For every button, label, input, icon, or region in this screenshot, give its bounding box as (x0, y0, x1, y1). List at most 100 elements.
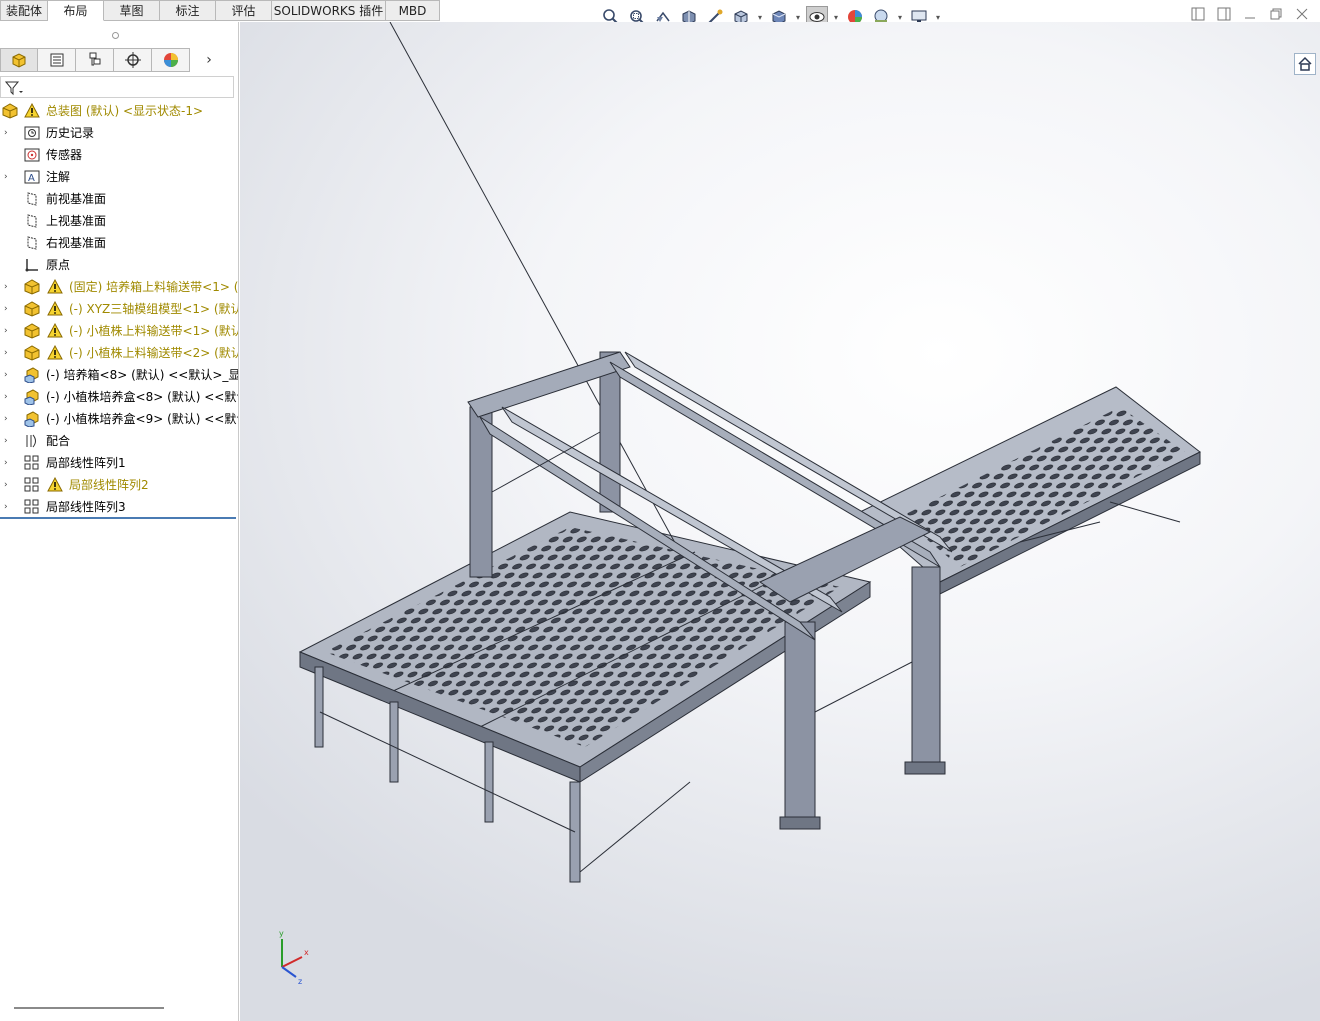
subassembly-icon (24, 345, 40, 361)
property-manager-icon[interactable] (38, 48, 76, 72)
expand-arrow-icon[interactable]: › (4, 122, 14, 144)
panel-grip[interactable] (112, 32, 119, 39)
expand-arrow-icon[interactable]: › (4, 496, 14, 518)
tree-item-label: 局部线性阵列3 (46, 500, 126, 514)
home-view-icon[interactable] (1294, 53, 1316, 75)
expand-arrow-icon[interactable]: › (4, 474, 14, 496)
tree-item[interactable]: › (-) 小植株上料输送带<2> (默认 (0, 342, 238, 364)
warning-icon (47, 300, 63, 317)
tree-item-label: 注解 (46, 170, 71, 184)
tree-item-label: 历史记录 (46, 126, 95, 140)
origin-icon (24, 257, 40, 273)
triad-x-label: x (304, 948, 309, 957)
tree-item[interactable]: › (固定) 培养箱上料输送带<1> ( (0, 276, 238, 298)
history-icon (24, 125, 40, 141)
tree-item-label: 局部线性阵列1 (46, 456, 126, 470)
tree-item-label: (-) 小植株培养盒<9> (默认) <<默认 (46, 412, 238, 426)
tree-item-label: (-) 培养箱<8> (默认) <<默认>_显 (46, 368, 238, 382)
annotations-icon: A (24, 169, 40, 185)
tree-item-label: 配合 (46, 434, 71, 448)
tree-item[interactable]: › (-) 培养箱<8> (默认) <<默认>_显 (0, 364, 238, 386)
tree-item[interactable]: › (-) 小植株上料输送带<1> (默认 (0, 320, 238, 342)
tree-item[interactable]: › 配合 (0, 430, 238, 452)
plane-icon (24, 191, 40, 207)
close-icon[interactable] (1294, 6, 1310, 22)
filter-icon[interactable] (5, 80, 23, 96)
minimize-icon[interactable] (1242, 6, 1258, 22)
tree-item[interactable]: › 局部线性阵列3 (0, 496, 238, 518)
tree-item-label: (-) XYZ三轴模组模型<1> (默认 (69, 302, 238, 316)
feature-manager-panel: › 总装图 (默认) <显示状态-1> › 历史记录 传感器 › A 注解 前视基准面 上视基… (0, 22, 239, 1021)
tab-layout[interactable]: 布局 (48, 0, 104, 21)
tree-item[interactable]: › 历史记录 (0, 122, 238, 144)
expand-arrow-icon[interactable]: › (4, 386, 14, 408)
expand-arrow-icon[interactable]: › (4, 430, 14, 452)
expand-arrow-icon[interactable]: › (4, 452, 14, 474)
tree-item[interactable]: › 局部线性阵列2 (0, 474, 238, 496)
tree-item[interactable]: › 局部线性阵列1 (0, 452, 238, 474)
tree-filter[interactable] (0, 76, 234, 98)
configuration-manager-icon[interactable] (76, 48, 114, 72)
tab-assembly[interactable]: 装配体 (0, 0, 48, 21)
graphics-area[interactable]: y x z (240, 22, 1320, 1021)
tree-item[interactable]: › (-) 小植株培养盒<8> (默认) <<默认 (0, 386, 238, 408)
warning-icon (47, 344, 63, 361)
tree-item[interactable]: 传感器 (0, 144, 238, 166)
chevron-down-icon[interactable]: ▾ (756, 13, 764, 22)
part-icon (24, 411, 40, 428)
chevron-down-icon[interactable]: ▾ (832, 13, 840, 22)
tree-root[interactable]: 总装图 (默认) <显示状态-1> (0, 100, 238, 122)
chevron-down-icon[interactable]: ▾ (934, 13, 942, 22)
mates-icon (24, 433, 40, 449)
chevron-down-icon[interactable]: ▾ (896, 13, 904, 22)
expand-arrow-icon[interactable]: › (4, 408, 14, 430)
horizontal-scrollbar[interactable] (14, 1007, 164, 1009)
tab-evaluate[interactable]: 评估 (216, 0, 272, 21)
expand-arrow-icon[interactable]: › (4, 298, 14, 320)
tree-item[interactable]: 原点 (0, 254, 238, 276)
expand-arrow-icon[interactable]: › (4, 342, 14, 364)
conveyor-assembly-model[interactable] (240, 22, 1320, 1021)
restore-icon[interactable] (1268, 6, 1284, 22)
warning-icon (47, 322, 63, 339)
command-manager-tabs: 装配体 布局 草图 标注 评估 SOLIDWORKS 插件 MBD (0, 0, 450, 22)
expand-arrow-icon[interactable]: › (4, 166, 14, 188)
tree-item[interactable]: 上视基准面 (0, 210, 238, 232)
linear-pattern-icon (24, 477, 40, 493)
chevron-down-icon[interactable]: ▾ (794, 13, 802, 22)
linear-pattern-icon (24, 499, 40, 515)
feature-manager-icon[interactable] (0, 48, 38, 72)
dimxpert-manager-icon[interactable] (114, 48, 152, 72)
tree-item[interactable]: 右视基准面 (0, 232, 238, 254)
tree-item[interactable]: › (-) 小植株培养盒<9> (默认) <<默认 (0, 408, 238, 430)
tree-item[interactable]: 前视基准面 (0, 188, 238, 210)
triad-z-label: z (298, 977, 302, 986)
expand-arrow-icon[interactable]: › (4, 320, 14, 342)
tree-item-label: (-) 小植株培养盒<8> (默认) <<默认 (46, 390, 238, 404)
tab-markup[interactable]: 标注 (160, 0, 216, 21)
tree-item[interactable]: › (-) XYZ三轴模组模型<1> (默认 (0, 298, 238, 320)
tile-right-icon[interactable] (1216, 6, 1232, 22)
plane-icon (24, 213, 40, 229)
tree-item[interactable]: › A 注解 (0, 166, 238, 188)
tab-mbd[interactable]: MBD (386, 0, 440, 21)
display-manager-icon[interactable] (152, 48, 190, 72)
triad-y-label: y (279, 929, 284, 938)
subassembly-icon (24, 323, 40, 339)
part-icon (24, 389, 40, 406)
assembly-icon (2, 103, 18, 119)
warning-icon (24, 102, 40, 119)
expand-arrow-icon[interactable]: › (4, 364, 14, 386)
sensor-icon (24, 147, 40, 163)
tree-item-label: 前视基准面 (46, 192, 107, 206)
tree-item-label: (-) 小植株上料输送带<1> (默认 (69, 324, 238, 338)
tab-sketch[interactable]: 草图 (104, 0, 160, 21)
panel-tabs: › (0, 48, 238, 72)
svg-text:A: A (28, 173, 35, 184)
tile-left-icon[interactable] (1190, 6, 1206, 22)
chevron-right-icon[interactable]: › (190, 48, 228, 72)
tab-solidworks-addins[interactable]: SOLIDWORKS 插件 (272, 0, 386, 21)
expand-arrow-icon[interactable]: › (4, 276, 14, 298)
tree-end-separator (0, 517, 236, 519)
feature-tree: 总装图 (默认) <显示状态-1> › 历史记录 传感器 › A 注解 前视基准面 上视基准面… (0, 100, 238, 518)
